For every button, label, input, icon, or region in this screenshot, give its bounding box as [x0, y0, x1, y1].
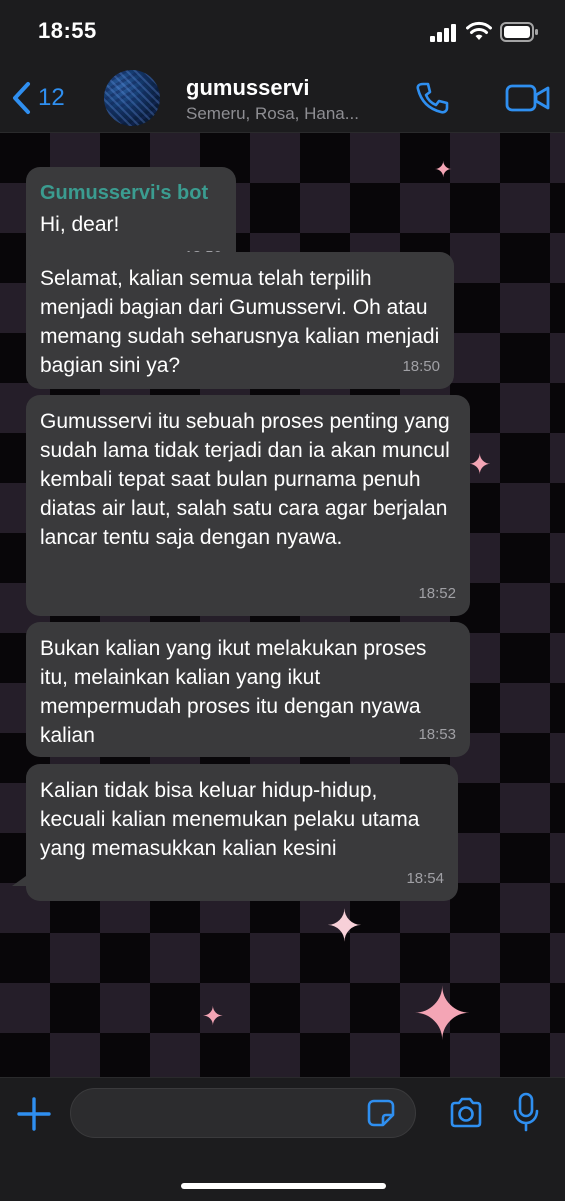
wifi-icon	[466, 21, 492, 40]
phone-icon[interactable]	[414, 80, 450, 116]
message-text: Hi, dear!	[40, 213, 120, 236]
mic-icon[interactable]	[512, 1092, 540, 1132]
chat-header: 12 gumusservi Semeru, Rosa, Hana...	[0, 66, 565, 133]
camera-icon[interactable]	[448, 1096, 484, 1130]
message-text: Kalian tidak bisa keluar hidup-hidup, ke…	[40, 779, 420, 860]
avatar[interactable]	[104, 70, 160, 126]
message-input[interactable]	[70, 1088, 416, 1138]
back-button[interactable]: 12	[10, 78, 65, 118]
back-count: 12	[38, 84, 65, 111]
chat-members[interactable]: Semeru, Rosa, Hana...	[186, 104, 406, 124]
status-time: 18:55	[38, 18, 97, 43]
message-sender: Gumusservi's bot	[40, 182, 209, 204]
sparkle-decoration: ✦	[412, 975, 473, 1055]
message-time: 18:53	[418, 726, 456, 743]
chat-area[interactable]: ✦ ✦ ✦ ✦ ✦ Gumusservi's bot Hi, dear! 18:…	[0, 133, 565, 1077]
bubble-tail	[12, 876, 26, 886]
message-bubble[interactable]: Bukan kalian yang ikut melakukan proses …	[26, 622, 470, 757]
message-text: Bukan kalian yang ikut melakukan proses …	[40, 637, 427, 747]
message-bubble[interactable]: Selamat, kalian semua telah terpilih men…	[26, 252, 454, 389]
battery-icon	[500, 22, 538, 42]
message-time: 18:52	[418, 585, 456, 602]
composer-bar	[0, 1077, 565, 1201]
message-text: Selamat, kalian semua telah terpilih men…	[40, 267, 440, 377]
signal-icon	[430, 24, 456, 42]
message-time: 18:50	[402, 358, 440, 375]
video-icon[interactable]	[505, 82, 551, 114]
plus-icon[interactable]	[16, 1096, 52, 1132]
sparkle-decoration: ✦	[326, 902, 363, 951]
chat-title[interactable]: gumusservi	[186, 75, 310, 101]
sticker-icon[interactable]	[366, 1098, 396, 1128]
message-bubble[interactable]: Gumusservi itu sebuah proses penting yan…	[26, 395, 470, 616]
message-time: 18:54	[406, 870, 444, 887]
sparkle-decoration: ✦	[434, 157, 453, 182]
back-chevron-icon	[13, 82, 30, 114]
message-text: Gumusservi itu sebuah proses penting yan…	[40, 410, 450, 549]
sparkle-decoration: ✦	[468, 449, 492, 480]
message-bubble[interactable]: Kalian tidak bisa keluar hidup-hidup, ke…	[26, 764, 458, 901]
status-bar: 18:55	[0, 0, 565, 66]
sparkle-decoration: ✦	[202, 1001, 224, 1031]
home-indicator	[181, 1183, 386, 1189]
